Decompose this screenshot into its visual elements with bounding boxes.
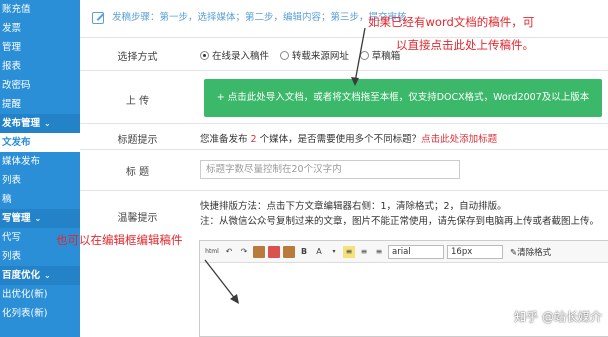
arrow-annotations bbox=[204, 27, 366, 304]
arrow-to-upload bbox=[354, 27, 366, 83]
arrow-to-editor bbox=[204, 259, 237, 301]
arrow-head-upload bbox=[351, 77, 359, 86]
arrow-head-editor bbox=[230, 294, 239, 304]
watermark: 知乎 @站长媒介 bbox=[514, 310, 602, 324]
